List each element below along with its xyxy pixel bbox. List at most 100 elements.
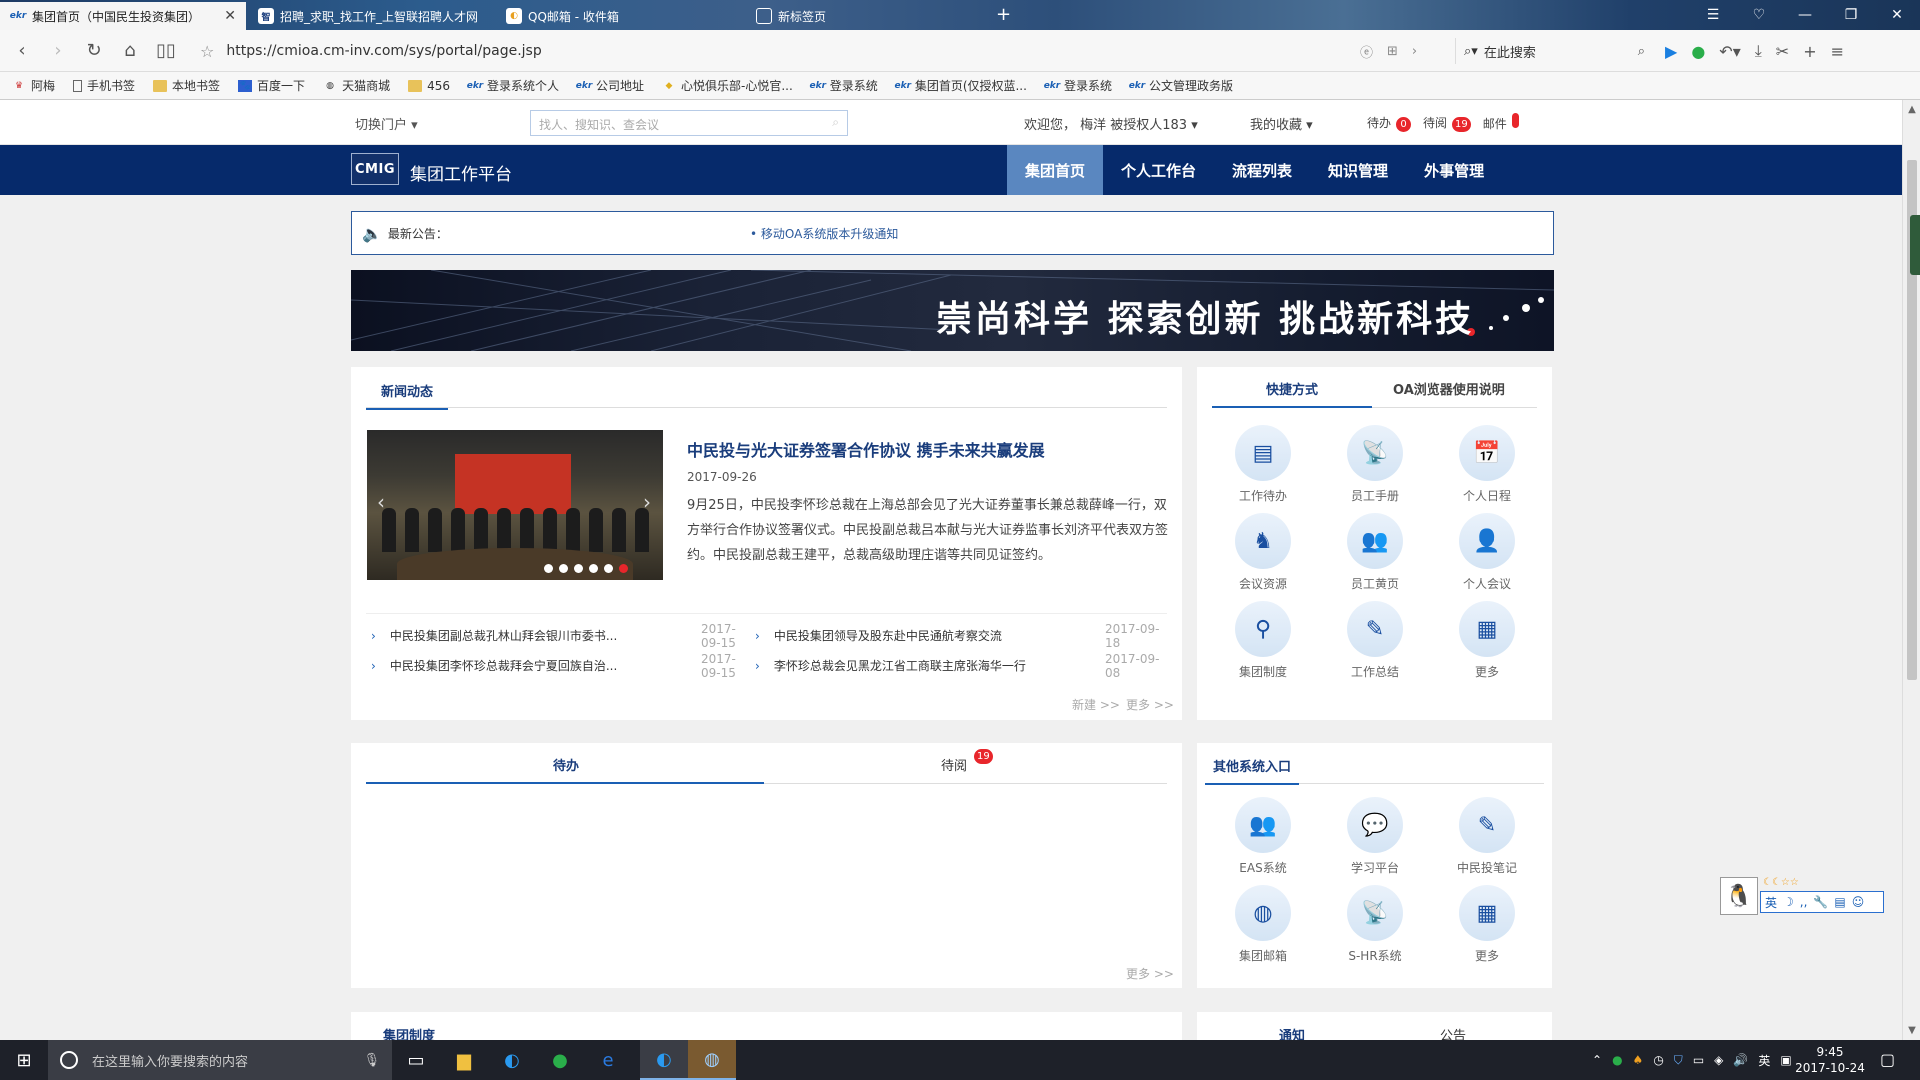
taskbar-clock[interactable]: 9:45 2017-10-24: [1790, 1044, 1870, 1076]
bookmark-item[interactable]: ◆ 心悦俱乐部-心悦官...: [662, 77, 793, 94]
news-new-link[interactable]: 新建 >>: [1072, 696, 1120, 713]
taskbar-search[interactable]: 在这里输入你要搜索的内容 🎙: [48, 1040, 392, 1080]
portal-search-input[interactable]: 找人、搜知识、查会议 ⌕: [530, 110, 848, 136]
browser-icon[interactable]: ◐: [488, 1040, 536, 1080]
nav-knowledge[interactable]: 知识管理: [1310, 145, 1406, 195]
carousel-dot[interactable]: [604, 564, 613, 573]
tab-browser-guide[interactable]: OA浏览器使用说明: [1393, 379, 1505, 398]
file-explorer-icon[interactable]: ▆: [440, 1040, 488, 1080]
nav-personal[interactable]: 个人工作台: [1103, 145, 1214, 195]
shortcut-item[interactable]: 📅 个人日程: [1441, 425, 1533, 504]
tab-shortcuts[interactable]: 快捷方式: [1212, 379, 1372, 408]
microphone-icon[interactable]: 🎙: [363, 1053, 380, 1068]
bookmark-item[interactable]: 🐾 百度一下: [238, 77, 305, 94]
cmig-logo[interactable]: CMIG: [351, 153, 399, 185]
scissors-icon[interactable]: ✂: [1776, 42, 1789, 61]
ime-indicator[interactable]: 英: [1758, 1052, 1770, 1069]
menu-icon[interactable]: ≡: [1831, 42, 1844, 61]
carousel-dot[interactable]: [559, 564, 568, 573]
favorites-dropdown[interactable]: 我的收藏 ▾: [1250, 114, 1313, 133]
ime-toolbar[interactable]: 英 ☽ ,, 🔧 ▤ ☺: [1760, 891, 1884, 913]
carousel-dot[interactable]: [589, 564, 598, 573]
carousel-next-icon[interactable]: ›: [643, 490, 651, 514]
undo-icon[interactable]: ↶▾: [1719, 42, 1740, 61]
tab-policy[interactable]: 集团制度: [383, 1025, 435, 1040]
tab-newtab[interactable]: 新标签页: [746, 2, 992, 30]
tab-notice[interactable]: 通知: [1279, 1025, 1305, 1040]
restore-icon[interactable]: ❐: [1828, 0, 1874, 30]
ie-mode-icon[interactable]: ⓔ: [1360, 42, 1373, 61]
bookmark-item[interactable]: ekr 集团首页(仅授权蓝...: [895, 77, 1027, 94]
qrcode-icon[interactable]: ⊞: [1387, 44, 1398, 59]
app-icon[interactable]: ◍: [688, 1040, 736, 1080]
action-center-icon[interactable]: ▢: [1880, 1050, 1895, 1069]
carousel-dot[interactable]: [574, 564, 583, 573]
tab-todo[interactable]: 待办: [553, 755, 579, 774]
bookmark-item[interactable]: ekr 登录系统: [810, 77, 878, 94]
switch-portal-dropdown[interactable]: 切换门户 ▾: [355, 114, 418, 133]
shortcut-item[interactable]: 👤 个人会议: [1441, 513, 1533, 592]
carousel-dot[interactable]: [544, 564, 553, 573]
qq-penguin-icon[interactable]: 🐧: [1720, 877, 1758, 915]
bookmark-item[interactable]: ♛ 阿梅: [12, 77, 55, 94]
carousel-dot-active[interactable]: [619, 564, 628, 573]
wechat-tray-icon[interactable]: ●: [1612, 1053, 1622, 1067]
tab-news[interactable]: 新闻动态: [366, 381, 449, 410]
browser-active-icon[interactable]: ◐: [640, 1040, 688, 1080]
tab-other-systems[interactable]: 其他系统入口: [1205, 756, 1300, 785]
skin-icon[interactable]: ♡: [1736, 0, 1782, 30]
nav-foreign[interactable]: 外事管理: [1406, 145, 1502, 195]
tab-portal[interactable]: ekr 集团首页（中国民生投资集团） ✕: [0, 2, 246, 30]
side-drawer-handle[interactable]: [1910, 215, 1920, 275]
forward-icon[interactable]: ›: [40, 35, 76, 67]
moon-icon[interactable]: ☽: [1783, 895, 1794, 909]
shortcut-item[interactable]: ▦ 更多: [1441, 601, 1533, 680]
news-more-link[interactable]: 更多 >>: [1126, 696, 1174, 713]
todo-link[interactable]: 待办 0: [1367, 114, 1412, 132]
news-list-item[interactable]: › 李怀珍总裁会见黑龙江省工商联主席张海华一行 2017-09-08: [755, 652, 1167, 680]
wechat-icon[interactable]: ●: [1691, 42, 1705, 61]
url-field[interactable]: ☆ https://cmioa.cm-inv.com/sys/portal/pa…: [200, 38, 1390, 64]
bookmark-item[interactable]: 本地书签: [153, 77, 220, 94]
add-icon[interactable]: +: [1803, 42, 1816, 61]
tab-toread[interactable]: 待阅 19: [941, 749, 993, 774]
qq-tray-icon[interactable]: ♠: [1633, 1053, 1644, 1067]
close-icon[interactable]: ✕: [224, 8, 236, 24]
wrench-icon[interactable]: 🔧: [1813, 895, 1828, 909]
banner[interactable]: 崇尚科学 探索创新 挑战新科技: [351, 270, 1554, 351]
shortcut-item[interactable]: ▤ 工作待办: [1217, 425, 1309, 504]
system-item[interactable]: 👥 EAS系统: [1217, 797, 1309, 876]
chevron-up-icon[interactable]: ⌃: [1592, 1053, 1602, 1067]
news-list-item[interactable]: › 中民投集团领导及股东赴中民通航考察交流 2017-09-18: [755, 622, 1167, 650]
scroll-down-icon[interactable]: ▼: [1906, 1025, 1918, 1036]
play-icon[interactable]: ▶: [1665, 42, 1677, 61]
minimize-icon[interactable]: —: [1782, 0, 1828, 30]
menu-icon[interactable]: ☰: [1690, 0, 1736, 30]
announcement-link[interactable]: • 移动OA系统版本升级通知: [750, 225, 898, 242]
system-item[interactable]: ✎ 中民投笔记: [1441, 797, 1533, 876]
tab-zhaopin[interactable]: 智 招聘_求职_找工作_上智联招聘人才网: [248, 2, 496, 30]
shortcut-item[interactable]: 📡 员工手册: [1329, 425, 1421, 504]
tab-bulletin[interactable]: 公告: [1440, 1025, 1466, 1040]
task-view-icon[interactable]: ▭: [392, 1040, 440, 1080]
welcome-user-dropdown[interactable]: 欢迎您， 梅洋 被授权人183 ▾: [1024, 114, 1198, 133]
reader-icon[interactable]: ▯▯: [148, 35, 184, 67]
news-headline[interactable]: 中民投与光大证券签署合作协议 携手未来共赢发展: [687, 437, 1045, 461]
search-icon[interactable]: ⌕: [832, 115, 839, 130]
bookmark-item[interactable]: 手机书签: [73, 77, 135, 94]
clock-tray-icon[interactable]: ◷: [1653, 1053, 1663, 1067]
volume-icon[interactable]: 🔊: [1733, 1053, 1748, 1067]
wechat-icon[interactable]: ●: [536, 1040, 584, 1080]
ime-mode[interactable]: 英: [1765, 894, 1777, 911]
nav-home[interactable]: 集团首页: [1007, 145, 1104, 195]
news-list-item[interactable]: › 中民投集团副总裁孔林山拜会银川市委书... 2017-09-15: [371, 622, 741, 650]
news-list-item[interactable]: › 中民投集团李怀珍总裁拜会宁夏回族自治... 2017-09-15: [371, 652, 741, 680]
clipboard-icon[interactable]: ▤: [1834, 895, 1845, 909]
bookmark-item[interactable]: ekr 登录系统个人: [467, 77, 559, 94]
tasks-more-link[interactable]: 更多 >>: [1126, 965, 1174, 982]
shortcut-item[interactable]: ♞ 会议资源: [1217, 513, 1309, 592]
shield-icon[interactable]: ⛉: [1674, 1053, 1683, 1068]
new-tab-icon[interactable]: +: [996, 4, 1011, 25]
download-icon[interactable]: ⤓: [1755, 41, 1762, 61]
expand-icon[interactable]: ›: [1412, 44, 1417, 59]
